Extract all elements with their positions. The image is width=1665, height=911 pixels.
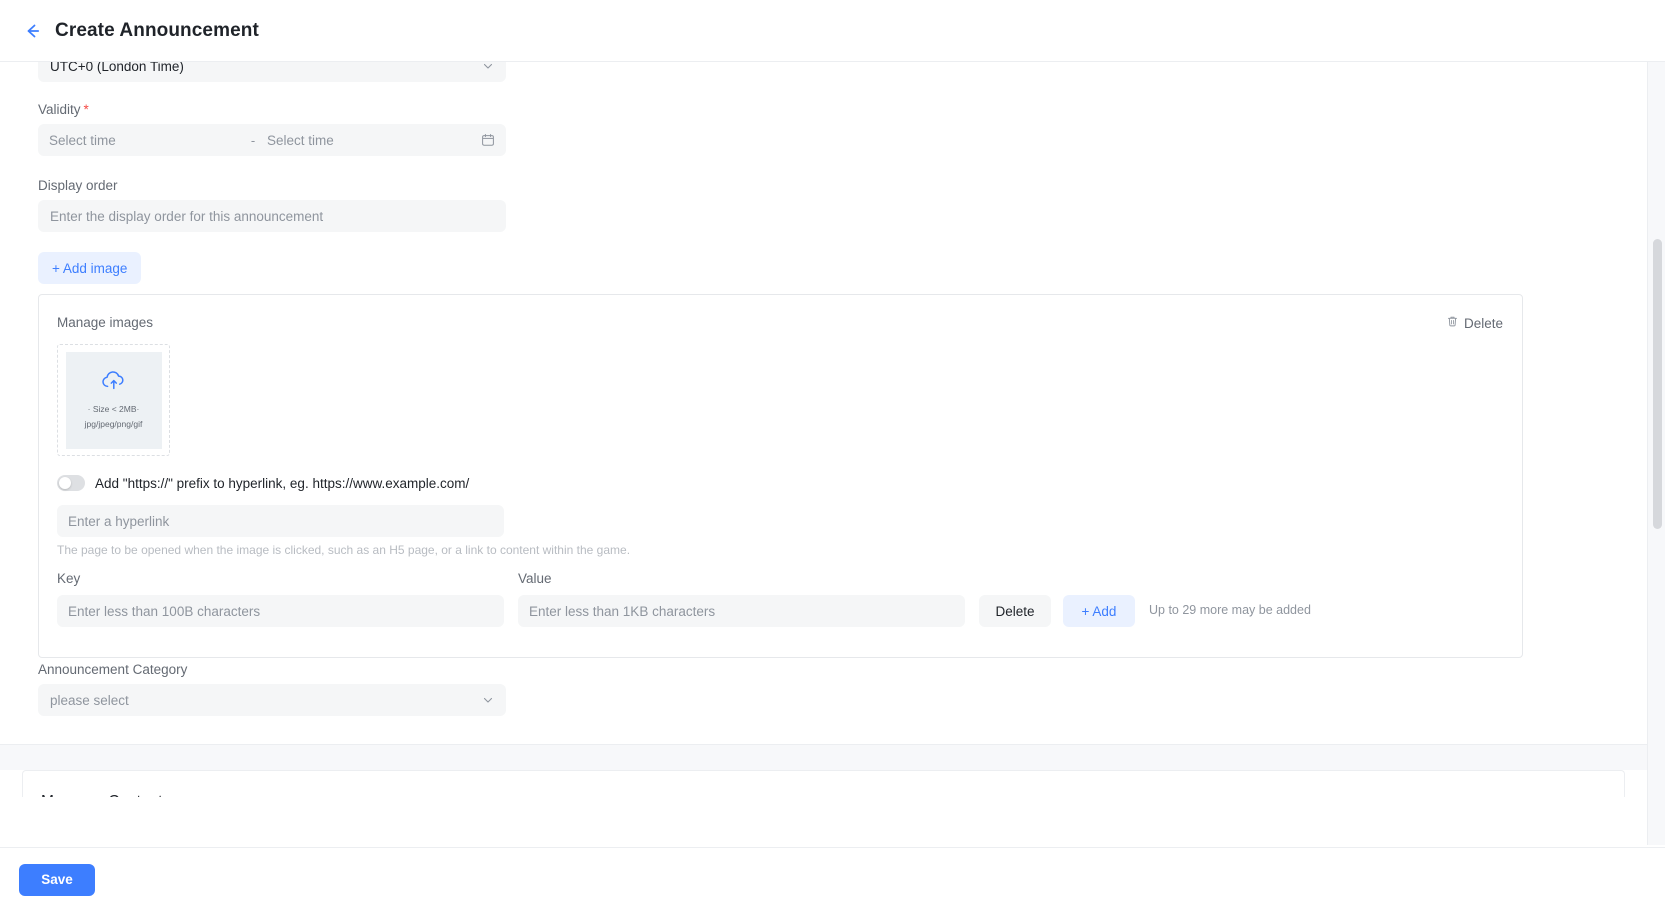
key-label: Key — [57, 571, 81, 586]
section-divider — [0, 744, 1647, 770]
announcement-category-field: Announcement Category please select — [38, 662, 506, 716]
page-title: Create Announcement — [55, 19, 259, 41]
validity-start-input[interactable]: Select time — [49, 133, 239, 148]
key-input[interactable]: Enter less than 100B characters — [57, 595, 504, 627]
image-upload-dropzone[interactable]: · Size < 2MB· jpg/jpeg/png/gif — [65, 351, 162, 449]
delete-image-block-label: Delete — [1463, 315, 1503, 331]
timezone-select[interactable]: UTC+0 (London Time) — [38, 62, 506, 82]
validity-label: Validity * — [38, 102, 506, 117]
value-label: Value — [518, 571, 552, 586]
message-content-title: Message Content — [41, 793, 1624, 797]
message-content-section: Message Content — [22, 770, 1625, 797]
chevron-down-icon — [482, 694, 494, 706]
manage-images-title: Manage images — [57, 315, 154, 330]
save-button[interactable]: Save — [19, 863, 95, 896]
validity-end-input[interactable]: Select time — [267, 133, 457, 148]
required-asterisk: * — [83, 102, 89, 117]
validity-label-text: Validity — [38, 102, 81, 117]
kv-delete-button[interactable]: Delete — [979, 595, 1051, 627]
page-footer: Save — [0, 847, 1665, 911]
form-scroll-region[interactable]: UTC+0 (London Time) Validity * Select tim… — [0, 62, 1647, 797]
https-prefix-toggle-label: Add "https://" prefix to hyperlink, eg. … — [95, 475, 470, 491]
display-order-placeholder: Enter the display order for this announc… — [50, 208, 324, 224]
delete-image-block-button[interactable]: Delete — [1446, 315, 1503, 331]
add-image-button[interactable]: + Add image — [38, 252, 142, 284]
hyperlink-input[interactable]: Enter a hyperlink — [57, 505, 504, 537]
toggle-knob — [59, 477, 71, 489]
cloud-upload-icon — [101, 369, 127, 396]
display-order-label: Display order — [38, 178, 118, 193]
kv-capacity-note: Up to 29 more may be added — [1149, 603, 1311, 617]
validity-range-picker[interactable]: Select time - Select time — [38, 124, 506, 156]
key-placeholder: Enter less than 100B characters — [68, 603, 261, 619]
manage-images-card: Manage images Delete · Size < 2MB· jpg/j… — [38, 294, 1523, 658]
upload-format-hint: jpg/jpeg/png/gif — [84, 419, 143, 429]
range-separator: - — [250, 132, 256, 148]
scrollbar-thumb[interactable] — [1653, 239, 1662, 529]
value-input[interactable]: Enter less than 1KB characters — [518, 595, 965, 627]
upload-size-hint: · Size < 2MB· — [87, 404, 140, 414]
announcement-category-label: Announcement Category — [38, 662, 188, 677]
create-announcement-page: Create Announcement UTC+0 (London Time) — [0, 0, 1665, 911]
trash-icon — [1446, 315, 1459, 331]
display-order-input[interactable]: Enter the display order for this announc… — [38, 200, 506, 232]
display-order-field: Display order Enter the display order fo… — [38, 178, 506, 232]
chevron-down-icon — [482, 62, 494, 72]
kv-add-button[interactable]: + Add — [1063, 595, 1135, 627]
announcement-category-value: please select — [50, 692, 129, 708]
image-upload-slot[interactable]: · Size < 2MB· jpg/jpeg/png/gif — [57, 344, 170, 456]
manage-images-header: Manage images Delete — [57, 315, 1503, 331]
timezone-field: UTC+0 (London Time) — [38, 62, 506, 82]
value-placeholder: Enter less than 1KB characters — [529, 603, 716, 619]
page-header: Create Announcement — [0, 0, 1665, 62]
announcement-category-select[interactable]: please select — [38, 684, 506, 716]
https-prefix-toggle-row: Add "https://" prefix to hyperlink, eg. … — [57, 475, 1503, 491]
validity-field: Validity * Select time - Select time — [38, 102, 506, 156]
https-prefix-toggle[interactable] — [57, 475, 85, 491]
key-value-row: Key Value Enter less than 100B character… — [57, 571, 1503, 635]
calendar-icon[interactable] — [481, 133, 495, 147]
hyperlink-placeholder: Enter a hyperlink — [68, 513, 170, 529]
hyperlink-help-text: The page to be opened when the image is … — [57, 543, 631, 557]
arrow-left-icon[interactable] — [19, 18, 45, 44]
timezone-value: UTC+0 (London Time) — [50, 62, 184, 74]
scrollbar-track[interactable] — [1647, 62, 1665, 845]
